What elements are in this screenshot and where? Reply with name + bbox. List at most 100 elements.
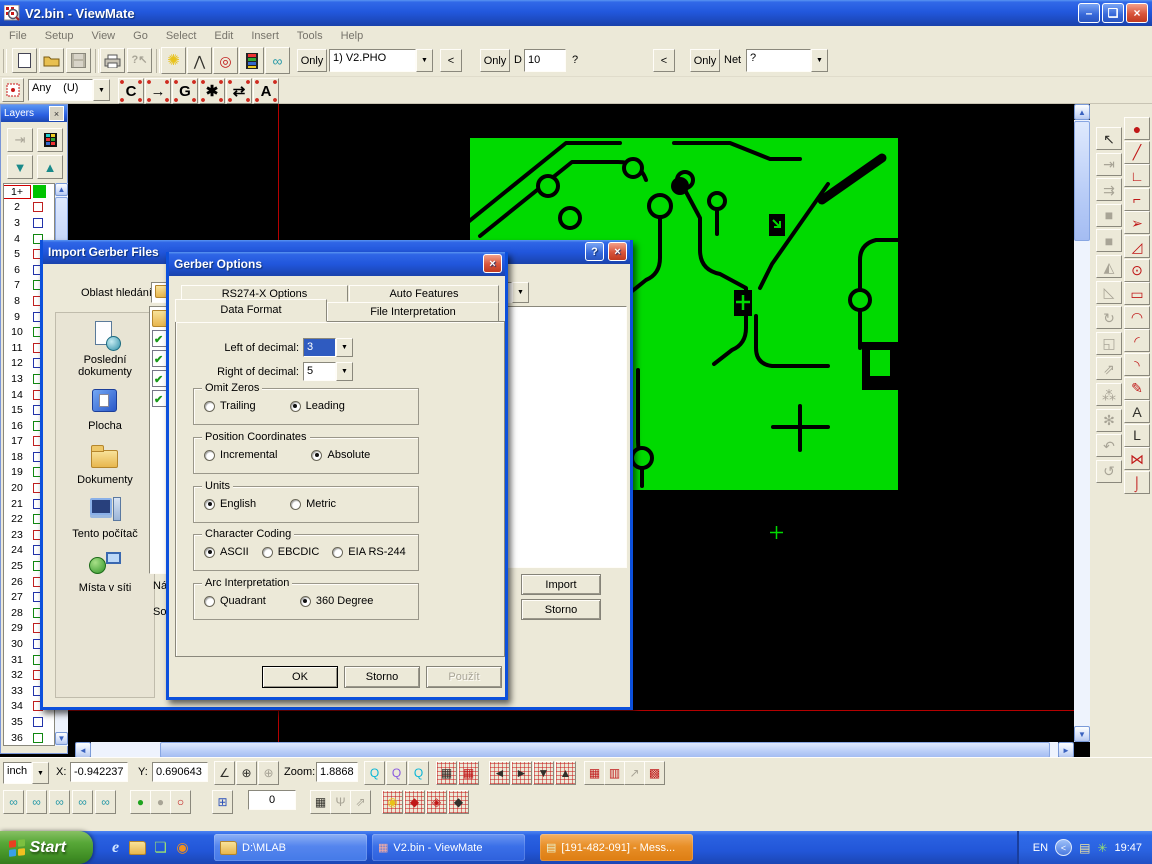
place-my-computer[interactable]: Tento počítač <box>56 495 154 540</box>
menu-tools[interactable]: Tools <box>288 28 332 44</box>
tool-button-undo-icon[interactable]: ↶ <box>1096 434 1122 457</box>
status-button-quad-view-icon[interactable]: ⊞ <box>212 790 233 814</box>
radio-ebcdic[interactable]: EBCDIC <box>262 546 320 558</box>
tool-button-draw-bend-icon[interactable]: ⌐ <box>1124 188 1150 211</box>
selection-filter-arrow[interactable]: ▼ <box>93 79 110 101</box>
select-text-button[interactable]: A <box>253 78 279 104</box>
status-button-zoom-window-icon[interactable]: Q <box>408 761 429 785</box>
unit-combo[interactable]: inch ▼ <box>3 762 49 784</box>
select-flash-button[interactable]: ✱ <box>199 78 225 104</box>
toolbar-grip[interactable] <box>3 49 7 73</box>
layer-combo-arrow[interactable]: ▼ <box>416 49 433 72</box>
tool-button-mirror-icon[interactable]: ◭ <box>1096 255 1122 278</box>
place-network[interactable]: Místa v síti <box>56 549 154 594</box>
open-file-button[interactable] <box>39 48 64 73</box>
dcode-value-field[interactable]: 10 <box>524 49 566 72</box>
tool-button-draw-corner-icon[interactable]: ∟ <box>1124 164 1150 187</box>
radio-360-degree[interactable]: 360 Degree <box>300 595 374 607</box>
status-button-grid-area-icon[interactable]: ▥ <box>604 761 625 785</box>
tool-button-draw-line-icon[interactable]: ╱ <box>1124 141 1150 164</box>
hscroll-thumb[interactable] <box>160 742 1050 757</box>
import-cancel-button[interactable]: Storno <box>521 599 601 620</box>
radio-dot-quadrant[interactable] <box>204 596 215 607</box>
language-indicator[interactable]: EN <box>1033 842 1048 854</box>
status-button-pan-up-icon[interactable]: ▲ <box>555 761 576 785</box>
layer-row-36[interactable]: 36 <box>4 730 54 746</box>
dcode-setup-button[interactable]: ◎ <box>213 47 238 74</box>
film-setup-button[interactable]: ✺ <box>161 47 186 74</box>
import-close-button[interactable]: × <box>608 242 627 261</box>
save-file-button[interactable] <box>66 48 91 73</box>
radio-dot-trailing[interactable] <box>204 401 215 412</box>
cad-setup-button[interactable]: ⋀ <box>187 47 212 74</box>
status-button-highlight-outline-icon[interactable]: ○ <box>170 790 191 814</box>
status-button-origin-crosshair-icon[interactable]: ⊕ <box>236 761 257 785</box>
quicklaunch-folder-icon[interactable] <box>128 838 147 857</box>
tool-button-select-cursor-icon[interactable]: ↖ <box>1096 127 1122 150</box>
gerber-options-close-button[interactable]: × <box>483 254 502 273</box>
tool-button-draw-arc-end-icon[interactable]: ◝ <box>1124 353 1150 376</box>
radio-dot-360-degree[interactable] <box>300 596 311 607</box>
tool-button-draw-text-icon[interactable]: A <box>1124 400 1150 423</box>
status-button-zoom-tool-icon[interactable]: Q <box>364 761 385 785</box>
ok-button[interactable]: OK <box>262 666 338 688</box>
status-button-dot-grid-icon[interactable]: ▦ <box>310 790 331 814</box>
menu-help[interactable]: Help <box>332 28 373 44</box>
layers-scroll-up-icon[interactable]: ▲ <box>55 183 68 196</box>
selection-filter-combo[interactable]: Any (U) ▼ <box>28 79 110 101</box>
status-button-pan-down-icon[interactable]: ▼ <box>533 761 554 785</box>
tool-button-draw-label-icon[interactable]: L <box>1124 424 1150 447</box>
net-combo[interactable]: ? ▼ <box>746 49 828 72</box>
status-button-view-film-lines-icon[interactable]: ∞ <box>26 790 47 814</box>
tool-button-scale-icon[interactable]: ◱ <box>1096 332 1122 355</box>
radio-leading[interactable]: Leading <box>290 400 345 412</box>
radio-dot-incremental[interactable] <box>204 450 215 461</box>
tool-button-draw-bowtie-icon[interactable]: ⋈ <box>1124 447 1150 470</box>
task-viewmate[interactable]: ▦V2.bin - ViewMate <box>372 834 525 861</box>
layer-row-2[interactable]: 2 <box>4 200 54 216</box>
tray-notepad-icon[interactable]: ▤ <box>1079 841 1090 855</box>
menu-view[interactable]: View <box>82 28 124 44</box>
tool-button-snap-center-icon[interactable]: ⇉ <box>1096 178 1122 201</box>
layers-export-button[interactable]: ⇥ <box>7 128 33 152</box>
status-button-pan-left-icon[interactable]: ◄ <box>489 761 510 785</box>
status-button-highlight-off-icon[interactable]: ● <box>150 790 171 814</box>
radio-dot-english[interactable] <box>204 499 215 510</box>
status-button-marquee-icon[interactable]: ▩ <box>644 761 665 785</box>
tool-button-shear-icon[interactable]: ◺ <box>1096 281 1122 304</box>
left-of-decimal-arrow[interactable]: ▼ <box>336 338 353 357</box>
left-of-decimal-combo[interactable]: 3 ▼ <box>303 338 353 357</box>
net-combo-arrow[interactable]: ▼ <box>811 49 828 72</box>
layer-row-3[interactable]: 3 <box>4 215 54 231</box>
tool-button-step-repeat-icon[interactable]: ⁂ <box>1096 383 1122 406</box>
status-button-view-film-solid-icon[interactable]: ∞ <box>49 790 70 814</box>
status-button-aperture-neg-icon[interactable]: ◉ <box>382 790 403 814</box>
quicklaunch-firefox-icon[interactable]: ◉ <box>173 838 192 857</box>
tool-button-redo-icon[interactable]: ↺ <box>1096 460 1122 483</box>
import-help-button[interactable]: ? <box>585 242 604 261</box>
tab-file-interpretation[interactable]: File Interpretation <box>327 302 499 322</box>
layers-scroll-down-icon[interactable]: ▼ <box>55 732 68 745</box>
vscroll-up-icon[interactable]: ▲ <box>1074 104 1090 120</box>
tool-button-rotate-icon[interactable]: ↻ <box>1096 306 1122 329</box>
menu-setup[interactable]: Setup <box>36 28 83 44</box>
tool-button-draw-triangle-icon[interactable]: ◿ <box>1124 235 1150 258</box>
status-button-stretch-icon[interactable]: ↗ <box>624 761 645 785</box>
tray-messenger-icon[interactable]: ✳ <box>1097 841 1107 855</box>
prev-layer-button[interactable]: < <box>440 49 462 72</box>
hscroll-left-icon[interactable]: ◄ <box>75 742 91 757</box>
tool-button-draw-circle-icon[interactable]: ⊙ <box>1124 259 1150 282</box>
quicklaunch-ie-icon[interactable]: e <box>106 838 125 857</box>
layer-combo[interactable]: 1) V2.PHO ▼ <box>329 49 433 72</box>
status-button-ghost-move-icon[interactable]: ⇗ <box>350 790 371 814</box>
new-file-button[interactable] <box>12 48 37 73</box>
radio-dot-leading[interactable] <box>290 401 301 412</box>
layer-down-icon[interactable]: ▼ <box>7 155 33 179</box>
tool-button-settings-gear-icon[interactable]: ✻ <box>1096 409 1122 432</box>
tool-button-draw-rect-icon[interactable]: ▭ <box>1124 282 1150 305</box>
select-net-button[interactable]: ⇄ <box>226 78 252 104</box>
place-recent-documents[interactable]: Poslední dokumenty <box>56 321 154 378</box>
status-button-anchor-icon[interactable]: Ψ <box>330 790 351 814</box>
only-layer-button[interactable]: Only <box>297 49 327 72</box>
radio-dot-absolute[interactable] <box>311 450 322 461</box>
